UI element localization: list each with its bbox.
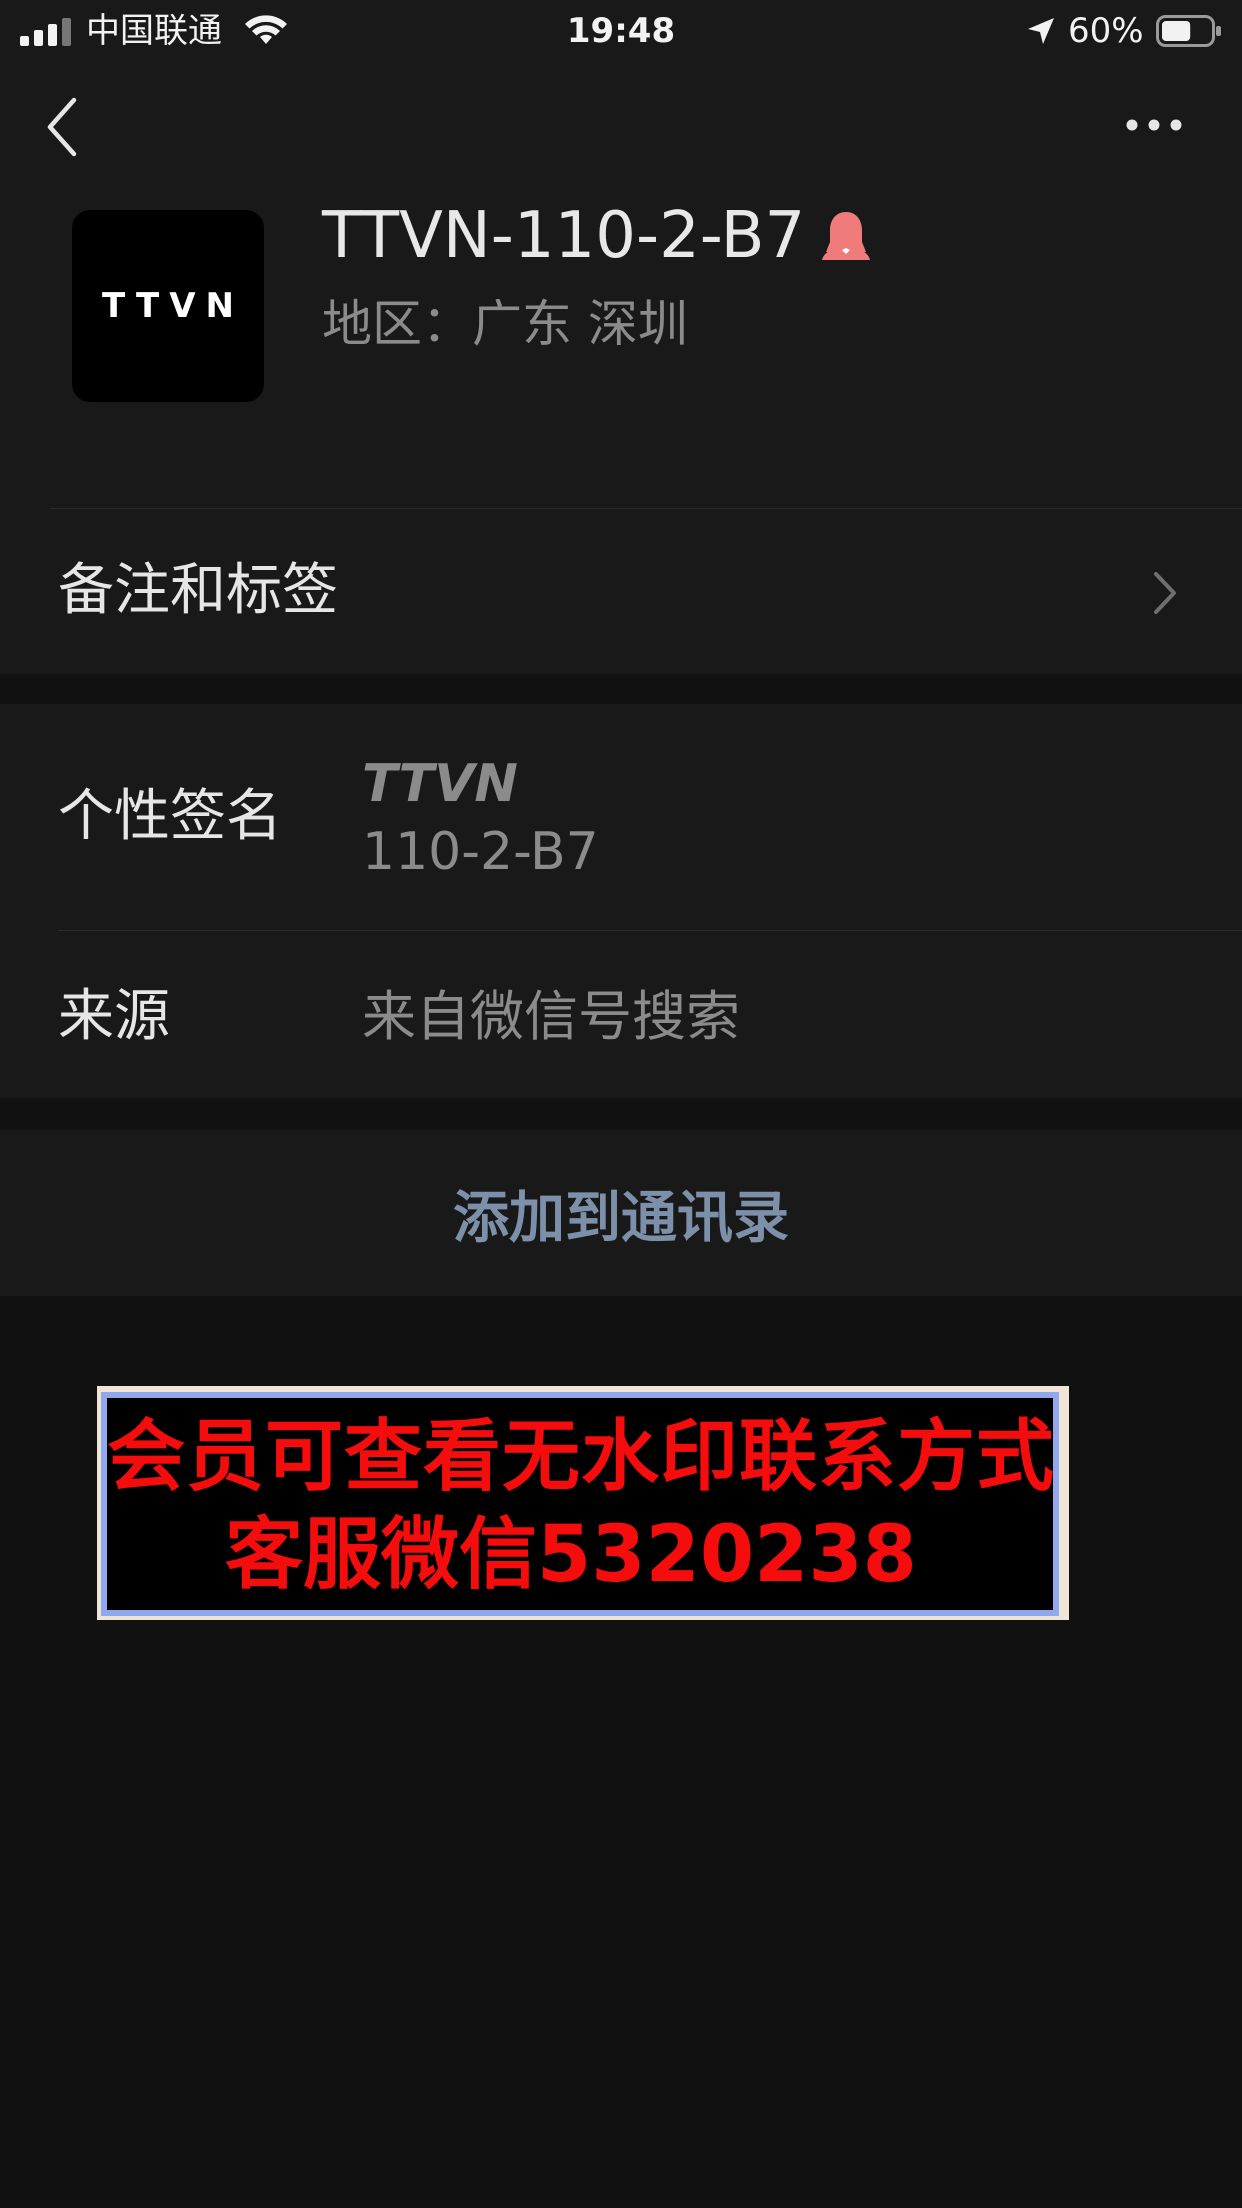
region-text: 地区：广东 深圳 bbox=[322, 295, 688, 353]
watermark-banner: 会员可查看无水印联系方式 客服微信5320238 bbox=[97, 1386, 1069, 1620]
divider bbox=[50, 508, 1242, 509]
battery-icon bbox=[1156, 15, 1221, 47]
remarks-tags-label: 备注和标签 bbox=[58, 558, 338, 623]
signature-line-1: TTVN bbox=[362, 754, 518, 814]
chevron-right-icon bbox=[1154, 572, 1176, 614]
battery-percent: 60% bbox=[1068, 11, 1144, 51]
watermark-panel: 会员可查看无水印联系方式 客服微信5320238 bbox=[101, 1392, 1059, 1616]
avatar-text: TTVN bbox=[102, 286, 244, 326]
divider bbox=[58, 930, 1242, 931]
avatar[interactable]: TTVN bbox=[72, 210, 264, 402]
more-icon[interactable] bbox=[1124, 110, 1184, 140]
female-icon bbox=[822, 212, 870, 260]
status-bar: 中国联通 19:48 60% bbox=[0, 0, 1242, 62]
back-icon[interactable] bbox=[40, 92, 90, 162]
source-label: 来源 bbox=[58, 984, 170, 1049]
add-to-contacts-button[interactable]: 添加到通讯录 bbox=[0, 1130, 1242, 1296]
add-to-contacts-label: 添加到通讯录 bbox=[453, 1185, 789, 1251]
signature-label: 个性签名 bbox=[58, 784, 282, 849]
profile-name: TTVN-110-2-B7 bbox=[322, 199, 806, 273]
location-arrow-icon bbox=[1028, 18, 1054, 44]
watermark-line-2: 客服微信5320238 bbox=[225, 1510, 917, 1600]
signature-line-2: 110-2-B7 bbox=[362, 822, 599, 882]
profile-page: 中国联通 19:48 60% TTVN TTVN-110-2-B7 地区：广东 … bbox=[0, 0, 1242, 2208]
source-value: 来自微信号搜索 bbox=[362, 985, 740, 1048]
watermark-line-1: 会员可查看无水印联系方式 bbox=[107, 1412, 1056, 1502]
